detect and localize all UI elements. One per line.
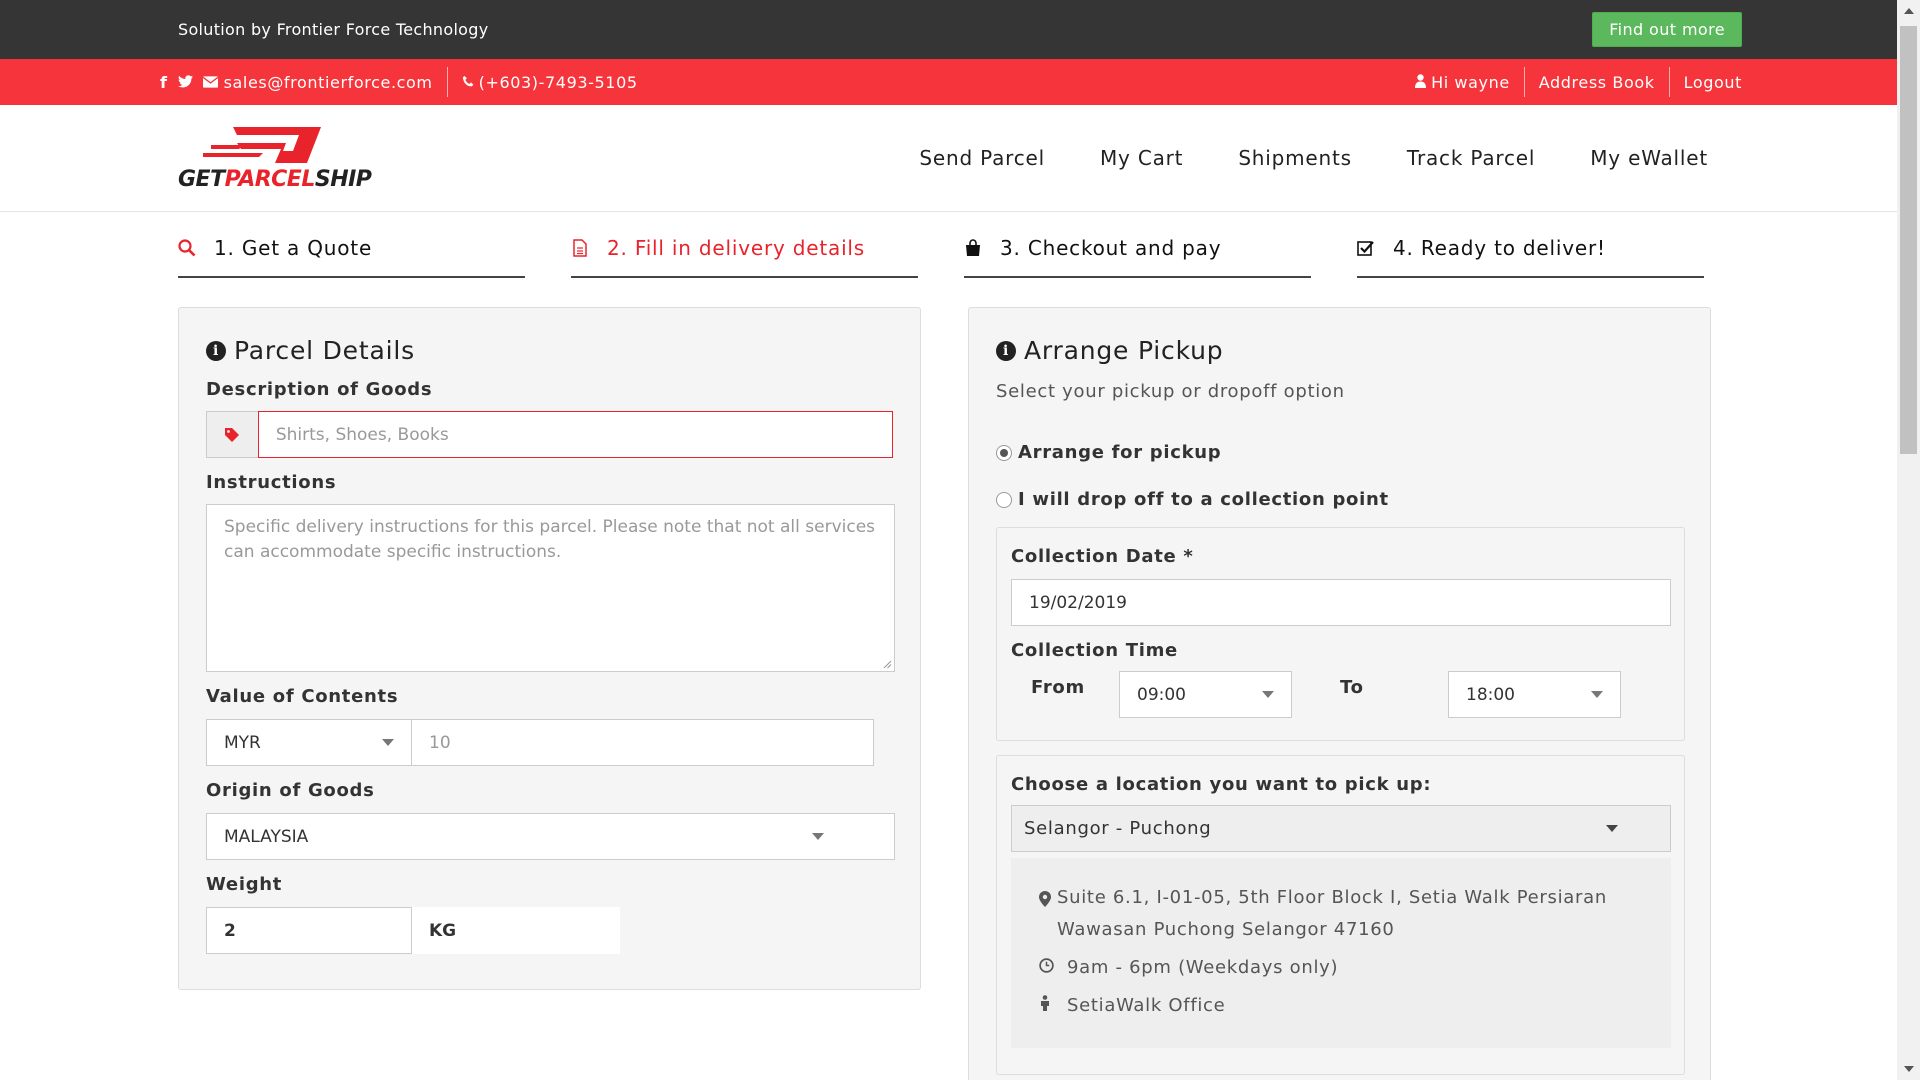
- location-info: Suite 6.1, I-01-05, 5th Floor Block I, S…: [1011, 858, 1671, 1048]
- scroll-up-icon[interactable]: [1904, 8, 1914, 14]
- checkout-steps: 1. Get a Quote 2. Fill in delivery detai…: [0, 236, 1920, 278]
- arrange-pickup-panel: i Arrange Pickup Select your pickup or dr…: [968, 307, 1711, 1080]
- divider: [1523, 67, 1525, 97]
- user-greeting[interactable]: Hi wayne: [1431, 73, 1510, 92]
- twitter-icon[interactable]: [177, 73, 193, 92]
- collection-time-label: Collection Time: [1011, 640, 1178, 661]
- location-label: Choose a location you want to pick up:: [1011, 774, 1432, 795]
- find-out-more-button[interactable]: Find out more: [1592, 12, 1742, 47]
- option-arrange-pickup[interactable]: Arrange for pickup: [996, 442, 1683, 463]
- pickup-subtitle: Select your pickup or dropoff option: [996, 381, 1345, 402]
- nav-menu: Send Parcel My Cart Shipments Track Parc…: [864, 146, 1708, 170]
- main-navbar: GETPARCELSHIP Send Parcel My Cart Shipme…: [0, 105, 1920, 212]
- parcel-details-title: i Parcel Details: [206, 336, 893, 365]
- hours-text: 9am - 6pm (Weekdays only): [1067, 957, 1339, 978]
- nav-my-cart[interactable]: My Cart: [1100, 146, 1183, 170]
- hours-row: 9am - 6pm (Weekdays only): [1039, 952, 1643, 984]
- office-row: SetiaWalk Office: [1039, 990, 1643, 1022]
- clock-icon: [1039, 952, 1067, 984]
- address-book-link[interactable]: Address Book: [1539, 73, 1655, 92]
- divider: [446, 67, 448, 97]
- step-get-quote[interactable]: 1. Get a Quote: [178, 236, 525, 278]
- chevron-down-icon: [1591, 691, 1603, 698]
- phone-number: (+603)-7493-5105: [478, 72, 638, 92]
- collection-date-label: Collection Date *: [1011, 546, 1194, 567]
- step-label: 1. Get a Quote: [214, 236, 373, 260]
- tag-addon: [206, 411, 258, 458]
- nav-track-parcel[interactable]: Track Parcel: [1407, 146, 1535, 170]
- divider: [1668, 67, 1670, 97]
- step-label: 2. Fill in delivery details: [607, 236, 866, 260]
- office-text: SetiaWalk Office: [1067, 995, 1226, 1016]
- weight-label: Weight: [206, 874, 283, 895]
- instructions-label: Instructions: [206, 472, 337, 493]
- from-time-select[interactable]: 09:00: [1119, 671, 1292, 718]
- arrange-pickup-title: i Arrange Pickup: [996, 336, 1683, 365]
- solution-text: Solution by Frontier Force Technology: [178, 20, 489, 39]
- weight-unit: KG: [412, 907, 620, 954]
- step-checkout-pay[interactable]: 3. Checkout and pay: [964, 236, 1311, 278]
- chevron-down-icon: [382, 739, 394, 746]
- to-time-select[interactable]: 18:00: [1448, 671, 1621, 718]
- to-label: To: [1340, 677, 1364, 698]
- checkbox-icon: [1357, 241, 1374, 256]
- search-icon: [178, 239, 196, 257]
- address-text: Suite 6.1, I-01-05, 5th Floor Block I, S…: [1057, 887, 1607, 940]
- radio-selected[interactable]: [996, 444, 1012, 461]
- scroll-down-icon[interactable]: [1904, 1066, 1914, 1072]
- location-subpanel: Choose a location you want to pick up: S…: [996, 755, 1685, 1075]
- logout-link[interactable]: Logout: [1684, 73, 1742, 92]
- time-row: From 09:00 To 18:00: [1011, 671, 1670, 718]
- parcel-details-panel: i Parcel Details Description of Goods Shi…: [178, 307, 921, 990]
- chevron-down-icon: [812, 833, 824, 840]
- step-label: 3. Checkout and pay: [1000, 236, 1222, 260]
- collection-subpanel: Collection Date * 19/02/2019 Collection …: [996, 527, 1685, 741]
- nav-shipments[interactable]: Shipments: [1238, 146, 1352, 170]
- weight-group: 2 KG: [206, 907, 893, 954]
- collection-date-input[interactable]: 19/02/2019: [1011, 579, 1671, 626]
- top-bar: Solution by Frontier Force Technology Fi…: [0, 0, 1920, 59]
- instructions-textarea[interactable]: Specific delivery instructions for this …: [206, 504, 895, 672]
- step-ready-deliver[interactable]: 4. Ready to deliver!: [1357, 236, 1704, 278]
- location-select[interactable]: Selangor - Puchong: [1011, 805, 1671, 852]
- envelope-icon: [202, 73, 218, 92]
- person-icon: [1039, 990, 1067, 1022]
- info-icon: i: [996, 340, 1016, 361]
- description-group: Shirts, Shoes, Books: [206, 411, 893, 458]
- address-row: Suite 6.1, I-01-05, 5th Floor Block I, S…: [1039, 882, 1643, 946]
- chevron-down-icon: [1262, 691, 1274, 698]
- scrollbar-thumb[interactable]: [1900, 26, 1917, 454]
- contact-bar: f sales@frontierforce.com (+603)-7493-51…: [0, 59, 1920, 105]
- step-fill-details[interactable]: 2. Fill in delivery details: [571, 236, 918, 278]
- description-label: Description of Goods: [206, 379, 433, 400]
- email-link[interactable]: sales@frontierforce.com: [224, 73, 433, 92]
- origin-label: Origin of Goods: [206, 780, 375, 801]
- info-icon: i: [206, 340, 226, 361]
- nav-my-ewallet[interactable]: My eWallet: [1590, 146, 1708, 170]
- value-label: Value of Contents: [206, 686, 399, 707]
- from-label: From: [1031, 677, 1085, 698]
- step-label: 4. Ready to deliver!: [1393, 236, 1606, 260]
- logo-mark: [203, 127, 321, 163]
- shopping-bag-icon: [966, 239, 980, 256]
- tag-icon: [225, 427, 240, 442]
- value-group: MYR 10: [206, 719, 893, 766]
- chevron-down-icon: [1606, 825, 1618, 832]
- resize-handle-icon[interactable]: [883, 660, 892, 669]
- option-dropoff[interactable]: I will drop off to a collection point: [996, 489, 1683, 510]
- facebook-icon[interactable]: f: [160, 73, 168, 92]
- page-scrollbar[interactable]: [1897, 0, 1920, 1080]
- radio-unselected[interactable]: [996, 491, 1012, 508]
- origin-select[interactable]: MALAYSIA: [206, 813, 895, 860]
- logo-wordmark: GETPARCELSHIP: [178, 167, 372, 192]
- phone-icon: [462, 73, 475, 92]
- document-icon: [573, 239, 587, 257]
- site-logo[interactable]: GETPARCELSHIP: [178, 123, 372, 193]
- nav-send-parcel[interactable]: Send Parcel: [919, 146, 1045, 170]
- description-input[interactable]: Shirts, Shoes, Books: [257, 411, 893, 458]
- value-input[interactable]: 10: [412, 719, 874, 766]
- weight-input[interactable]: 2: [206, 907, 412, 954]
- currency-select[interactable]: MYR: [206, 719, 412, 766]
- user-icon: [1415, 73, 1427, 92]
